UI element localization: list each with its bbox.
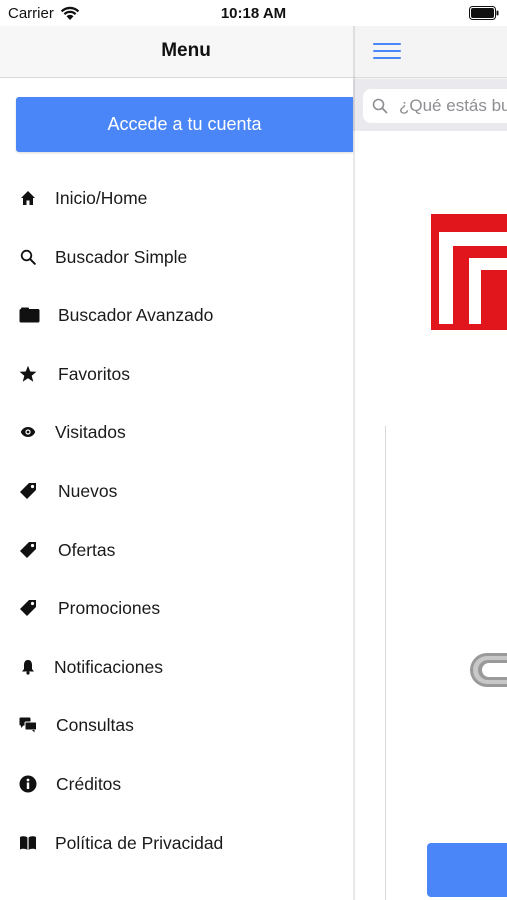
home-icon <box>18 188 38 208</box>
search-placeholder: ¿Qué estás buscando? <box>399 96 507 115</box>
brand-logo <box>431 214 507 330</box>
content-divider <box>385 426 386 900</box>
tag-icon <box>18 598 38 618</box>
menu-item-label: Buscador Simple <box>55 246 188 267</box>
eye-icon <box>18 422 38 442</box>
search-bar: ¿Qué estás buscando? <box>353 79 507 131</box>
search-icon <box>372 98 388 114</box>
menu-item-new[interactable]: Nuevos <box>0 462 353 521</box>
tag-icon <box>18 481 38 501</box>
menu-item-advanced-search[interactable]: Buscador Avanzado <box>0 286 353 345</box>
tag-icon <box>18 540 38 560</box>
menu-item-favorites[interactable]: Favoritos <box>0 345 353 404</box>
battery-icon <box>469 6 499 20</box>
login-button[interactable]: Accede a tu cuenta <box>16 97 353 152</box>
main-content <box>353 131 507 900</box>
menu-item-label: Notificaciones <box>54 656 163 677</box>
search-input[interactable]: ¿Qué estás buscando? <box>363 89 507 123</box>
main-action-button[interactable] <box>427 843 507 897</box>
drawer-header: Menu <box>0 26 353 78</box>
status-bar: Carrier 10:18 AM <box>0 0 507 28</box>
menu-item-label: Créditos <box>56 773 122 794</box>
info-icon <box>18 774 38 794</box>
menu-item-label: Visitados <box>55 422 126 443</box>
side-drawer: Menu Accede a tu cuenta Inicio/Home Busc… <box>0 26 353 900</box>
menu-item-credits[interactable]: Créditos <box>0 755 353 814</box>
app-screen: Carrier 10:18 AM ¿Qué estás bus <box>0 0 507 900</box>
menu-item-offers[interactable]: Ofertas <box>0 521 353 580</box>
menu-item-home[interactable]: Inicio/Home <box>0 169 353 228</box>
menu-item-label: Nuevos <box>58 480 118 501</box>
menu-item-label: Buscador Avanzado <box>58 305 214 326</box>
menu-item-label: Política de Privacidad <box>55 832 224 853</box>
menu-item-inquiries[interactable]: Consultas <box>0 696 353 755</box>
clock-label: 10:18 AM <box>220 5 287 22</box>
main-panel[interactable]: ¿Qué estás buscando? <box>353 26 507 900</box>
menu-item-privacy-policy[interactable]: Política de Privacidad <box>0 814 353 873</box>
chat-icon <box>18 715 38 735</box>
folder-icon <box>18 305 40 325</box>
menu-item-visited[interactable]: Visitados <box>0 403 353 462</box>
menu-item-label: Promociones <box>58 598 161 619</box>
bell-icon <box>18 657 38 677</box>
menu-item-label: Favoritos <box>58 363 130 384</box>
menu-item-promotions[interactable]: Promociones <box>0 579 353 638</box>
wrench-icon <box>470 653 507 687</box>
drawer-title: Menu <box>161 40 211 61</box>
menu-item-label: Consultas <box>56 715 134 736</box>
menu-item-simple-search[interactable]: Buscador Simple <box>0 228 353 287</box>
main-navbar <box>353 26 507 78</box>
hamburger-icon[interactable] <box>373 43 401 61</box>
star-icon <box>18 364 38 384</box>
book-icon <box>18 833 38 853</box>
search-icon <box>18 247 38 267</box>
menu-item-notifications[interactable]: Notificaciones <box>0 638 353 697</box>
menu-list: Inicio/Home Buscador Simple Buscador Ava… <box>0 169 353 872</box>
menu-item-label: Ofertas <box>58 539 116 560</box>
menu-item-label: Inicio/Home <box>55 188 148 208</box>
